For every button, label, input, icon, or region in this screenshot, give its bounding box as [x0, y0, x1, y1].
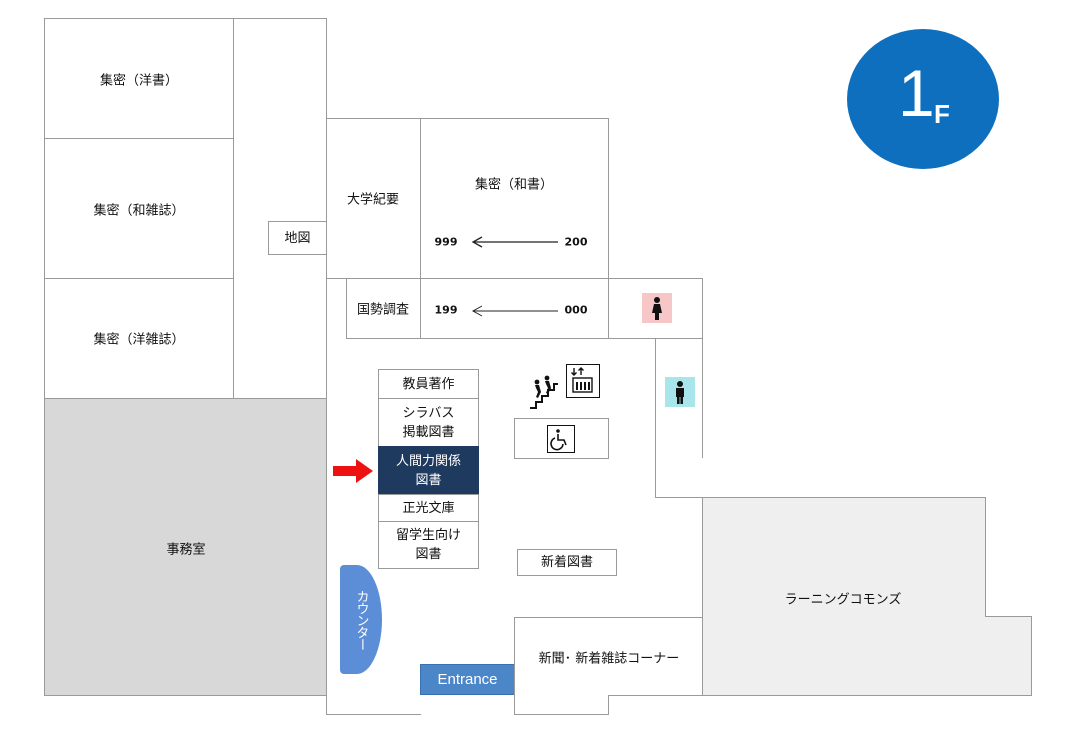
room-yozasshi-label: 集密（洋雑誌）: [93, 332, 185, 348]
shelf-num-199: 199: [434, 303, 458, 317]
room-yosho-label: 集密（洋書）: [99, 73, 179, 89]
room-chizu[interactable]: 地図: [268, 221, 327, 255]
room-daigaku-kiyo-label: 大学紀要: [346, 192, 400, 208]
wall-right: [655, 458, 703, 498]
room-jimushitsu-label: 事務室: [166, 542, 206, 558]
commons-edge: [985, 497, 986, 617]
room-washo[interactable]: [420, 118, 609, 279]
floor-unit: F: [934, 99, 950, 129]
room-kokusei-label: 国勢調査: [356, 302, 410, 318]
entrance[interactable]: Entrance: [420, 664, 515, 695]
wall-right-line: [655, 497, 703, 498]
men-restroom-icon[interactable]: [665, 377, 695, 407]
shinchaku-tosho[interactable]: 新着図書: [517, 549, 617, 576]
room-shinbun-foot: [514, 695, 609, 715]
shelf-label: 教員著作: [402, 376, 455, 392]
shelf-seiko-bunko[interactable]: 正光文庫: [378, 494, 479, 522]
shelf-ryugakusei[interactable]: 留学生向け 図書: [378, 521, 479, 569]
room-washo-label: 集密（和書）: [474, 177, 554, 193]
room-learning-commons-label: ラーニングコモンズ: [784, 592, 902, 608]
women-restroom-icon[interactable]: [642, 293, 672, 323]
shelf-num-200: 200: [564, 235, 588, 249]
shelf-label: 正光文庫: [402, 500, 455, 516]
counter-label: カウンター: [353, 589, 369, 650]
direction-arrow-icon: [471, 305, 558, 317]
shelf-kyoin-chosaku[interactable]: 教員著作: [378, 369, 479, 399]
red-arrow-icon: [333, 459, 373, 483]
stairs-icon[interactable]: [528, 374, 560, 410]
room-wazasshi-label: 集密（和雑誌）: [93, 203, 185, 219]
shelf-syllabus[interactable]: シラバス 掲載図書: [378, 398, 479, 447]
shelf-label: シラバス 掲載図書: [402, 405, 455, 440]
entrance-label: Entrance: [437, 671, 498, 688]
wheelchair-icon[interactable]: [547, 425, 575, 453]
shinchaku-label: 新着図書: [540, 555, 593, 570]
floor-number: 1: [898, 56, 935, 130]
counter[interactable]: カウンター: [340, 565, 382, 674]
room-chizu-label: 地図: [284, 230, 311, 246]
floor-badge: 1 F: [847, 29, 999, 169]
shelf-num-999: 999: [434, 235, 458, 249]
elevator-icon[interactable]: [566, 364, 600, 398]
shelf-num-000: 000: [564, 303, 588, 317]
shelf-ningenryoku[interactable]: 人間力関係 図書: [378, 446, 479, 495]
corridor-left: [233, 18, 327, 399]
room-shinbun-label: 新聞･ 新着雑誌コーナー: [538, 651, 680, 667]
shelf-label: 留学生向け 図書: [395, 528, 461, 562]
room-learning-commons-ext: [985, 616, 1032, 696]
direction-arrow-icon: [471, 236, 558, 248]
shelf-label: 人間力関係 図書: [395, 453, 461, 488]
